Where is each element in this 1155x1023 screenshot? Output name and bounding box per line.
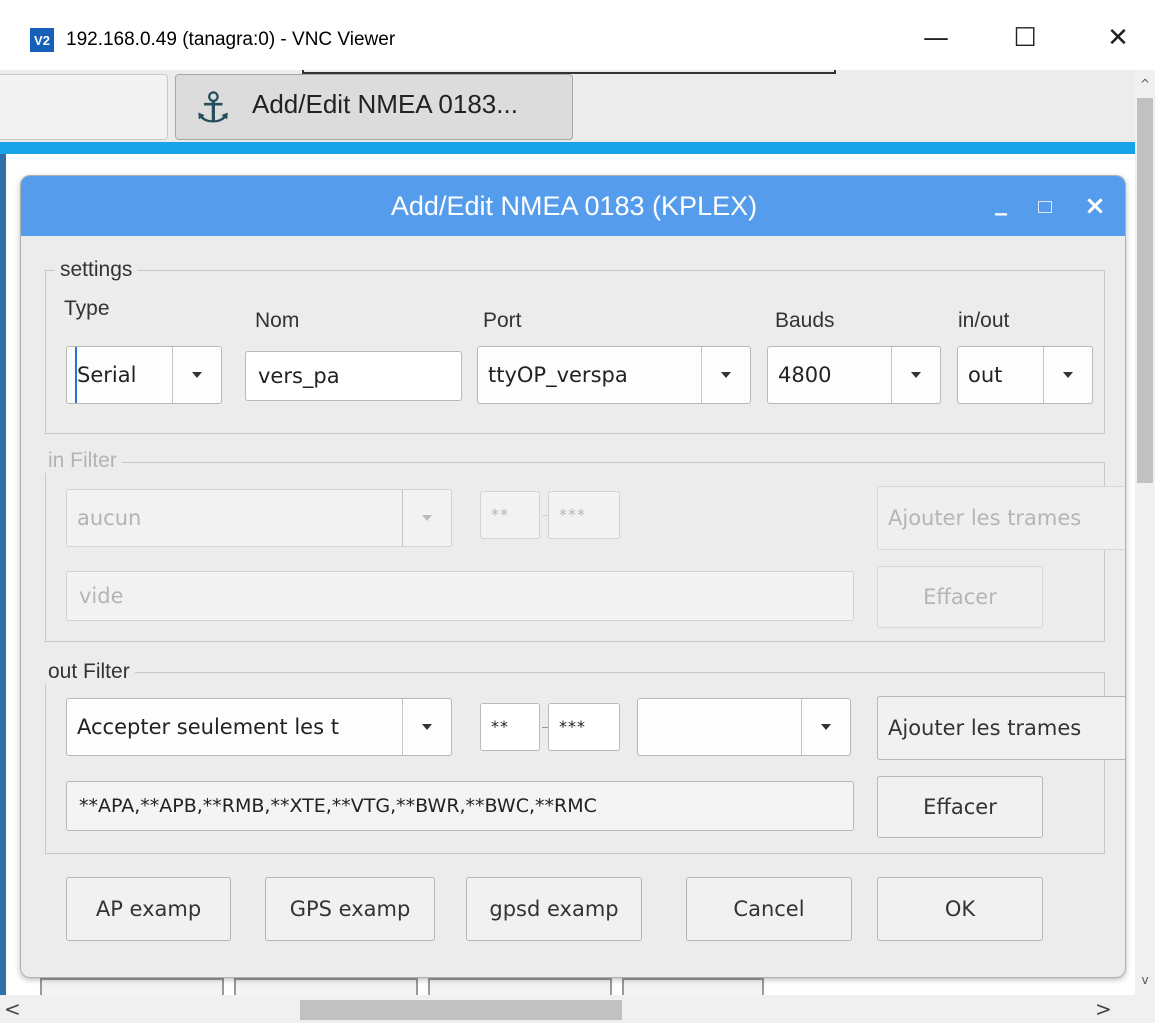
cancel-button[interactable]: Cancel — [686, 877, 852, 941]
chevron-down-icon[interactable] — [402, 699, 451, 755]
maximize-button[interactable]: ☐ — [995, 18, 1055, 58]
taskbar-button-nmea-dialog[interactable]: ⚓ Add/Edit NMEA 0183... — [175, 74, 573, 140]
chevron-down-icon — [402, 490, 451, 546]
taskbar: ⚓ Add/Edit NMEA 0183... — [0, 70, 1135, 142]
out-filter-list-field[interactable]: **APA,**APB,**RMB,**XTE,**VTG,**BWR,**BW… — [66, 781, 854, 831]
settings-legend: settings — [55, 258, 138, 282]
taskbar-button-previous[interactable] — [0, 74, 168, 140]
in-filter-clear-button: Effacer — [877, 566, 1043, 628]
vnc-logo-icon: V2 — [30, 28, 54, 52]
background-window-header — [0, 142, 1135, 154]
out-filter-mode-value: Accepter seulement les t — [77, 715, 339, 739]
ap-example-button[interactable]: AP examp — [66, 877, 231, 941]
out-filter-sentence-input[interactable]: *** — [548, 703, 620, 751]
inout-label: in/out — [958, 309, 1010, 332]
close-button[interactable]: ✕ — [1088, 18, 1148, 58]
in-filter-mode-select: aucun — [66, 489, 452, 547]
name-label: Nom — [255, 309, 300, 332]
background-column — [622, 978, 764, 995]
bauds-select[interactable]: 4800 — [767, 346, 941, 404]
in-filter-list-field: vide — [66, 571, 854, 621]
maximize-icon — [1038, 201, 1052, 213]
in-filter-sentence-input: *** — [548, 491, 620, 539]
ok-button[interactable]: OK — [877, 877, 1043, 941]
dialog-close-button[interactable]: × — [1081, 192, 1109, 220]
nmea-dialog: Add/Edit NMEA 0183 (KPLEX) _ × settings … — [20, 175, 1126, 978]
gps-example-button[interactable]: GPS examp — [265, 877, 435, 941]
scroll-down-arrow-icon[interactable]: v — [1135, 970, 1155, 990]
in-filter-talker-input: ** — [480, 491, 540, 539]
window-title: 192.168.0.49 (tanagra:0) - VNC Viewer — [66, 29, 396, 50]
chevron-down-icon[interactable] — [1043, 347, 1092, 403]
horizontal-scrollbar-thumb[interactable] — [300, 1000, 622, 1020]
out-filter-add-button[interactable]: Ajouter les trames — [877, 696, 1125, 760]
dialog-maximize-button[interactable] — [1033, 198, 1057, 216]
dialog-minimize-button[interactable]: _ — [989, 190, 1013, 218]
bauds-label: Bauds — [775, 309, 835, 332]
type-select-value: Serial — [75, 347, 136, 403]
scroll-right-arrow-icon[interactable]: > — [1095, 997, 1115, 1021]
chevron-down-icon[interactable] — [172, 347, 221, 403]
out-filter-talker-input[interactable]: ** — [480, 703, 540, 751]
minimize-button[interactable]: — — [906, 18, 966, 58]
port-select[interactable]: ttyOP_verspa — [477, 346, 751, 404]
inout-select-value: out — [968, 363, 1003, 387]
type-select[interactable]: Serial — [66, 346, 222, 404]
background-column — [428, 978, 612, 995]
out-filter-legend: out Filter — [43, 660, 135, 684]
partial-window-frame — [302, 70, 836, 74]
background-column — [234, 978, 418, 995]
port-label: Port — [483, 309, 522, 332]
type-label: Type — [64, 297, 110, 320]
scroll-left-arrow-icon[interactable]: < — [4, 997, 24, 1021]
in-filter-mode-value: aucun — [77, 506, 142, 530]
chevron-down-icon[interactable] — [701, 347, 750, 403]
in-filter-legend: in Filter — [43, 449, 122, 473]
gpsd-example-button[interactable]: gpsd examp — [466, 877, 642, 941]
background-table-headers — [40, 978, 764, 995]
out-filter-clear-button[interactable]: Effacer — [877, 776, 1043, 838]
chevron-down-icon[interactable] — [891, 347, 940, 403]
background-window-edge — [0, 154, 6, 995]
in-filter-add-button: Ajouter les trames — [877, 486, 1125, 550]
out-filter-mode-select[interactable]: Accepter seulement les t — [66, 698, 452, 756]
taskbar-button-label: Add/Edit NMEA 0183... — [252, 89, 518, 119]
background-column — [40, 978, 224, 995]
dialog-title: Add/Edit NMEA 0183 (KPLEX) — [390, 191, 758, 221]
chevron-down-icon[interactable] — [801, 699, 850, 755]
anchor-icon: ⚓ — [194, 83, 232, 132]
scroll-up-arrow-icon[interactable]: ^ — [1135, 74, 1155, 94]
bauds-select-value: 4800 — [778, 363, 832, 387]
name-input[interactable]: vers_pa — [245, 351, 462, 401]
out-filter-sentence-select[interactable] — [637, 698, 851, 756]
port-select-value: ttyOP_verspa — [488, 363, 628, 387]
inout-select[interactable]: out — [957, 346, 1093, 404]
vertical-scrollbar-thumb[interactable] — [1137, 98, 1153, 483]
